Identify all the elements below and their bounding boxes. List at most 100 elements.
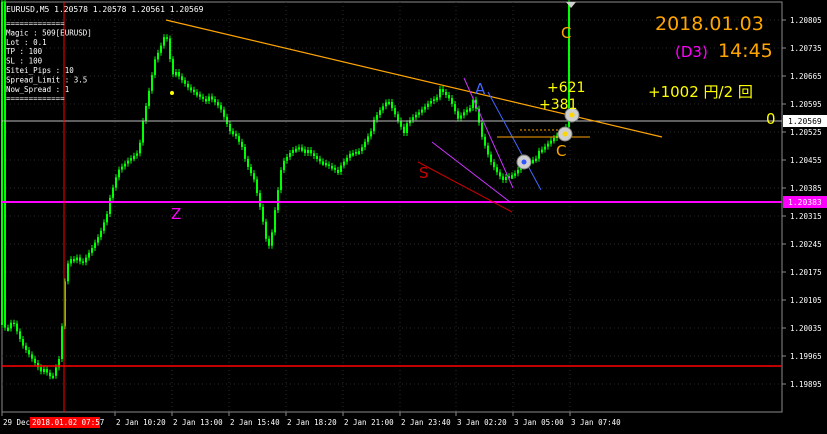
wave-label-c-small: C bbox=[556, 142, 566, 160]
candle-body bbox=[439, 89, 441, 98]
candle-body bbox=[223, 109, 225, 117]
candle-body bbox=[397, 114, 399, 121]
candle-body bbox=[514, 173, 516, 176]
candle-body bbox=[130, 158, 132, 161]
candle-body bbox=[88, 252, 90, 258]
trade-marker-dot-3 bbox=[569, 112, 575, 118]
candle-body bbox=[193, 89, 195, 93]
candle-body bbox=[298, 147, 300, 150]
ea-panel-line: SL : 100 bbox=[6, 57, 43, 66]
candle-body bbox=[310, 150, 312, 154]
ea-panel-line: Magic : 509[EURUSD] bbox=[6, 28, 92, 37]
candle-body bbox=[430, 101, 432, 104]
candle-body bbox=[274, 210, 276, 233]
candle-body bbox=[487, 145, 489, 155]
price-tick-label: 1.20735 bbox=[790, 44, 822, 53]
candle-body bbox=[259, 193, 261, 207]
candle-body bbox=[181, 76, 183, 81]
time-tick-label: 3 Jan 02:20 bbox=[457, 418, 507, 427]
candle-body bbox=[28, 350, 30, 355]
candle-body bbox=[301, 147, 303, 151]
candle-body bbox=[535, 158, 537, 161]
candle-body bbox=[175, 72, 177, 76]
candle-body bbox=[19, 331, 21, 340]
candle-body bbox=[505, 177, 507, 180]
trade-marker-dot-1 bbox=[521, 159, 527, 165]
candle-body bbox=[322, 161, 324, 165]
candle-body bbox=[460, 115, 462, 119]
overlay-profit-summary: +1002 円/2 回 bbox=[648, 83, 753, 101]
candle-body bbox=[268, 238, 270, 246]
candle-body bbox=[358, 151, 360, 155]
candle-body bbox=[49, 372, 51, 377]
candle-body bbox=[160, 45, 162, 53]
candle-body bbox=[76, 257, 78, 261]
time-tick-label: 3 Jan 05:00 bbox=[514, 418, 564, 427]
wave-label-z: Z bbox=[171, 205, 181, 223]
price-chart[interactable]: EURUSD,M5 1.20578 1.20578 1.20561 1.2056… bbox=[0, 0, 827, 434]
candle-body bbox=[178, 72, 180, 77]
candle-body bbox=[349, 153, 351, 158]
candle-body bbox=[118, 169, 120, 178]
price-tick-label: 1.20525 bbox=[790, 128, 822, 137]
candle-body bbox=[265, 221, 267, 239]
candle-body bbox=[457, 111, 459, 119]
candle-body bbox=[52, 375, 54, 379]
candle-body bbox=[388, 101, 390, 105]
ea-panel-line: Now_Spread : 1 bbox=[6, 85, 69, 94]
ea-panel-line: Sitei_Pips : 10 bbox=[6, 66, 74, 75]
time-tick-label: 2 Jan 15:40 bbox=[230, 418, 280, 427]
candle-body bbox=[421, 109, 423, 113]
candle-body bbox=[415, 114, 417, 118]
time-tick-label: 2 Jan 21:00 bbox=[344, 418, 394, 427]
candle-body bbox=[250, 166, 252, 174]
candle-body bbox=[424, 106, 426, 110]
candle-body bbox=[499, 172, 501, 177]
ea-panel-line: TP : 100 bbox=[6, 47, 43, 56]
candle-body bbox=[334, 167, 336, 170]
candle-body bbox=[184, 80, 186, 84]
candle-body bbox=[1, 1, 3, 326]
candle-body bbox=[463, 112, 465, 116]
ea-panel-line: ============= bbox=[6, 19, 65, 28]
candle-body bbox=[73, 259, 75, 262]
candle-body bbox=[382, 106, 384, 111]
candle-body bbox=[202, 96, 204, 99]
candle-body bbox=[67, 263, 69, 282]
candle-body bbox=[16, 323, 18, 332]
candle-body bbox=[112, 187, 114, 198]
candle-body bbox=[151, 75, 153, 91]
candle-body bbox=[55, 367, 57, 376]
candle-body bbox=[445, 92, 447, 95]
price-tick-label: 1.19965 bbox=[790, 352, 822, 361]
ea-panel-line: Lot : 0.1 bbox=[6, 38, 47, 47]
candle-body bbox=[82, 261, 84, 264]
candle-body bbox=[205, 98, 207, 102]
candle-body bbox=[61, 326, 63, 359]
candle-body bbox=[46, 369, 48, 373]
wave-label-c-top: C bbox=[561, 24, 571, 42]
candle-body bbox=[163, 37, 165, 46]
candle-body bbox=[10, 322, 12, 329]
candle-body bbox=[229, 124, 231, 132]
candle-body bbox=[517, 169, 519, 174]
price-tick-label: 1.19895 bbox=[790, 380, 822, 389]
price-tick-label: 1.20455 bbox=[790, 156, 822, 165]
wave-label-s: S bbox=[419, 164, 429, 182]
candle-body bbox=[226, 116, 228, 124]
symbol-header: EURUSD,M5 1.20578 1.20578 1.20561 1.2056… bbox=[6, 5, 204, 14]
highlighted-time-label: 2018.01.02 07:57 bbox=[32, 418, 104, 427]
price-tick-label: 1.20665 bbox=[790, 72, 822, 81]
trade-profit-2: +381 bbox=[539, 97, 577, 113]
candle-body bbox=[394, 108, 396, 115]
candle-body bbox=[361, 147, 363, 152]
candle-body bbox=[253, 173, 255, 180]
candle-body bbox=[40, 367, 42, 372]
candle-body bbox=[313, 153, 315, 156]
candle-body bbox=[157, 52, 159, 60]
candle-body bbox=[418, 112, 420, 115]
candle-body bbox=[502, 176, 504, 180]
candle-body bbox=[199, 94, 201, 97]
candle-body bbox=[109, 197, 111, 214]
candle-body bbox=[190, 87, 192, 91]
